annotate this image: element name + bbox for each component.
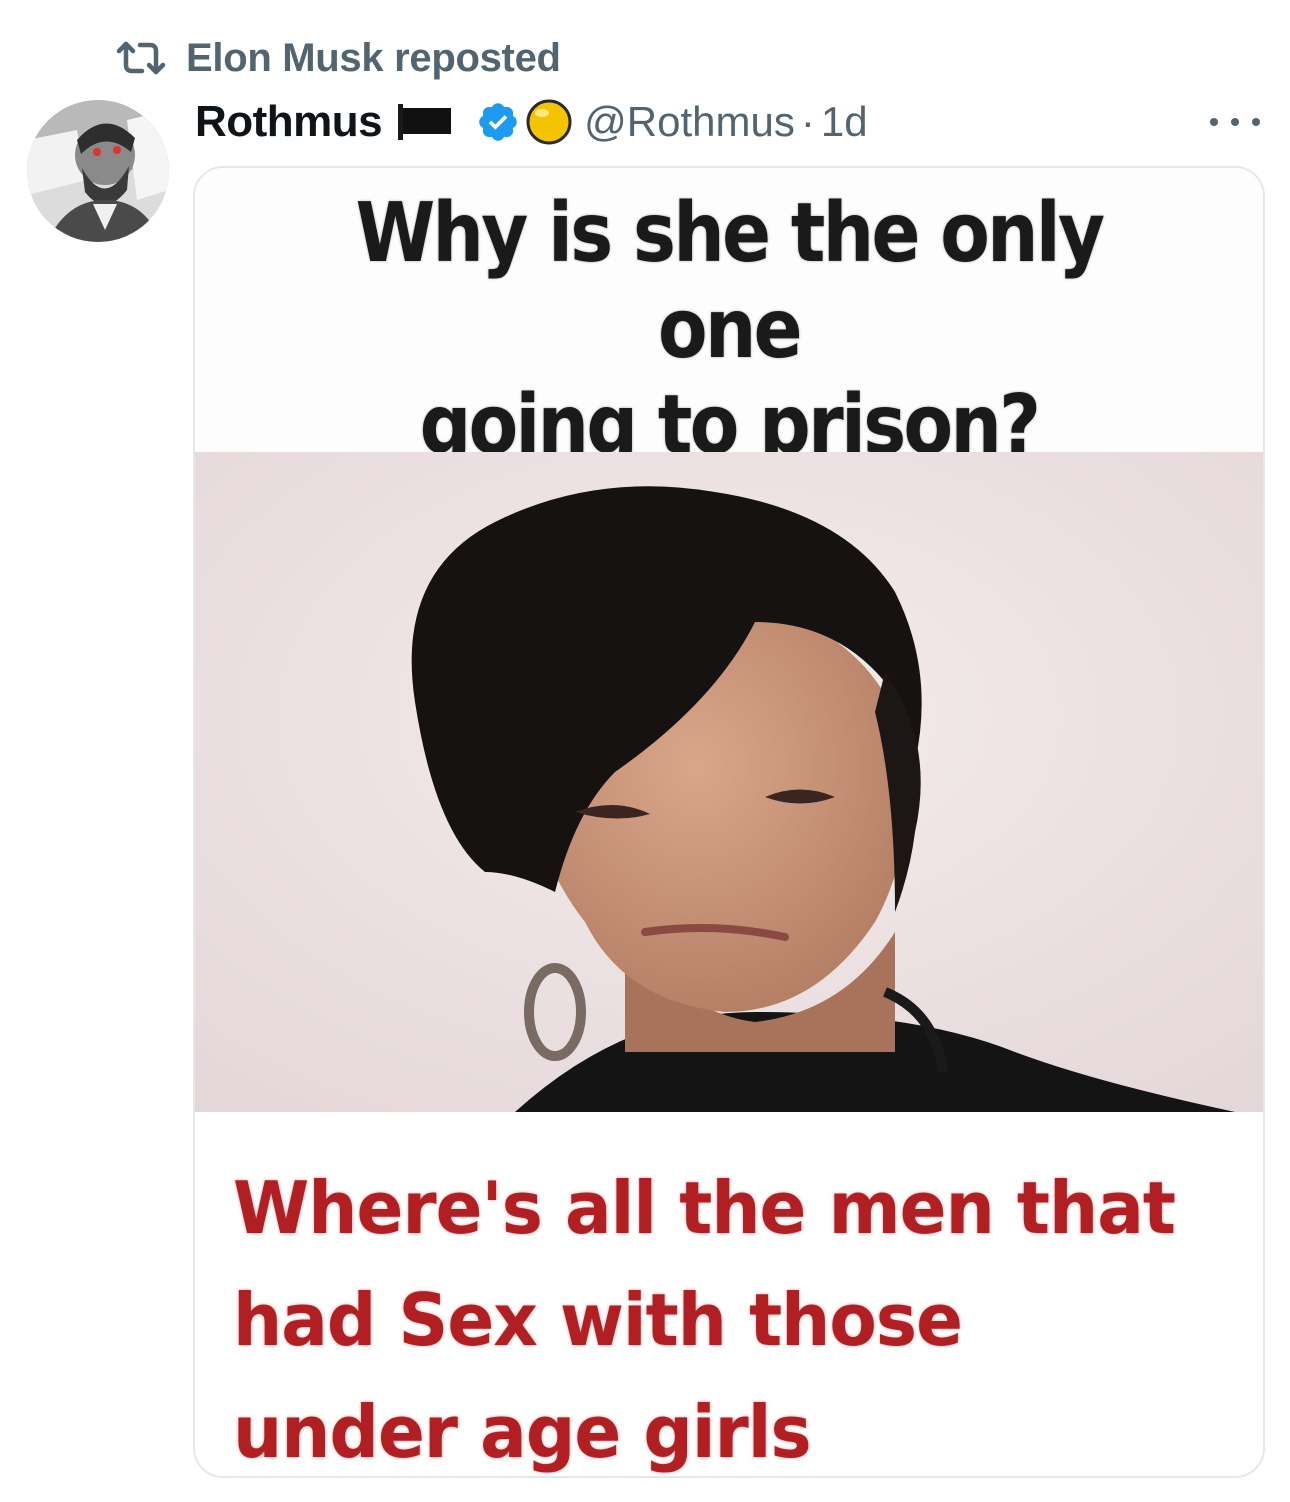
tweet[interactable]: Elon Musk reposted Rothmus @Rothmus · 1d…	[0, 0, 1290, 1502]
separator-dot: ·	[800, 98, 815, 145]
meme-bottom-line: had Sex with those	[233, 1278, 963, 1362]
meme-photo	[195, 452, 1263, 1112]
author-row[interactable]: Rothmus @Rothmus · 1d	[195, 94, 868, 150]
display-name[interactable]: Rothmus	[195, 97, 383, 147]
avatar[interactable]	[27, 100, 169, 242]
black-flag-icon	[396, 102, 454, 142]
repost-icon	[116, 41, 166, 75]
post-time[interactable]: 1d	[821, 98, 868, 146]
verified-badge-icon[interactable]	[476, 100, 520, 144]
repost-header[interactable]: Elon Musk reposted	[116, 30, 561, 86]
meme-top-caption: Why is she the only one going to prison?	[195, 168, 1263, 473]
meme-bottom-caption: Where's all the men that had Sex with th…	[195, 1112, 1263, 1476]
meme-top-line: Why is she the only one	[355, 186, 1105, 377]
meme-bottom-line: under age girls	[233, 1390, 812, 1474]
more-options-icon[interactable]	[1210, 108, 1260, 136]
media-image[interactable]: Why is she the only one going to prison?	[193, 166, 1265, 1478]
meme-bottom-line: Where's all the men that	[233, 1166, 1176, 1250]
yellow-circle-icon	[524, 97, 574, 147]
repost-label[interactable]: Elon Musk reposted	[186, 36, 561, 81]
author-handle[interactable]: @Rothmus	[584, 98, 795, 146]
